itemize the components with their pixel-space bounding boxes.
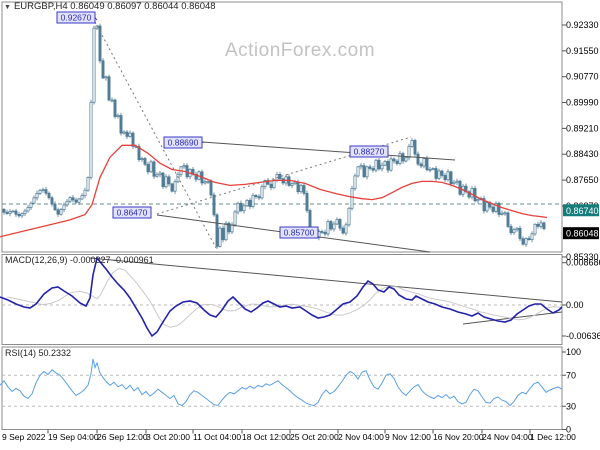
svg-text:0.008686: 0.008686	[566, 258, 600, 268]
rsi-indicator-label: RSI(14) 50.2332	[5, 348, 72, 358]
panel-frames	[1, 1, 563, 430]
svg-text:9 Sep 2022: 9 Sep 2022	[2, 432, 46, 442]
svg-text:0.88270: 0.88270	[354, 147, 385, 157]
symbol-label: EURGBP,H4	[13, 1, 68, 12]
collapse-arrow-icon[interactable]: ▼	[4, 4, 11, 11]
svg-text:0.86740: 0.86740	[566, 206, 599, 216]
symbol-ohlc-readout: ▼ EURGBP,H4 0.86049 0.86097 0.86044 0.860…	[4, 1, 216, 12]
time-axis[interactable]: 9 Sep 2022 19 Sep 04:0026 Sep 12:003 Oct …	[2, 429, 576, 443]
svg-text:0.00: 0.00	[566, 300, 584, 310]
svg-text:0.85700: 0.85700	[284, 228, 315, 238]
svg-text:24 Nov 04:00: 24 Nov 04:00	[482, 432, 533, 442]
svg-text:0.86470: 0.86470	[117, 208, 148, 218]
svg-text:0.87650: 0.87650	[566, 175, 599, 185]
rsi-line	[0, 358, 563, 407]
ohlc-open: 0.86049	[70, 1, 105, 12]
svg-text:16 Nov 20:00: 16 Nov 20:00	[433, 432, 484, 442]
svg-text:3 Oct 20:00: 3 Oct 20:00	[146, 432, 190, 442]
svg-text:19 Sep 04:00: 19 Sep 04:00	[48, 432, 99, 442]
actionforex-watermark: ActionForex.com	[224, 40, 376, 61]
macd-indicator-label: MACD(12,26,9) -0.000327 -0.000961	[5, 255, 154, 265]
svg-text:9 Nov 12:00: 9 Nov 12:00	[385, 432, 431, 442]
svg-text:2 Nov 04:00: 2 Nov 04:00	[338, 432, 384, 442]
rsi-panel[interactable]	[0, 358, 563, 407]
svg-text:30: 30	[566, 401, 576, 411]
svg-text:11 Oct 04:00: 11 Oct 04:00	[193, 432, 241, 442]
svg-text:0.89990: 0.89990	[566, 98, 599, 108]
svg-text:0.92670: 0.92670	[61, 13, 92, 23]
svg-text:100: 100	[566, 347, 581, 357]
macd-main-line	[0, 256, 563, 338]
svg-text:0.88430: 0.88430	[566, 149, 599, 159]
macd-panel[interactable]	[0, 256, 563, 338]
svg-text:0.89210: 0.89210	[566, 123, 599, 133]
chart-window: 0.92670 0.88690 0.88270 0.86470 0.85700 0.923…	[0, 0, 600, 450]
chart-canvas[interactable]: 0.92670 0.88690 0.88270 0.86470 0.85700 0.923…	[0, 0, 600, 450]
ohlc-low: 0.86044	[144, 1, 179, 12]
svg-text:-0.006366: -0.006366	[566, 331, 600, 341]
indicator-axes[interactable]: 0.0086860.00-0.00636610070300	[562, 258, 600, 435]
svg-text:70: 70	[566, 370, 576, 380]
svg-text:0.92330: 0.92330	[566, 20, 599, 30]
svg-text:0.86048: 0.86048	[566, 229, 599, 239]
ohlc-close: 0.86048	[181, 1, 216, 12]
svg-text:25 Oct 20:00: 25 Oct 20:00	[290, 432, 339, 442]
svg-text:18 Oct 12:00: 18 Oct 12:00	[242, 432, 291, 442]
moving-average-line	[0, 144, 548, 238]
svg-text:1 Dec 12:00: 1 Dec 12:00	[530, 432, 576, 442]
ohlc-high: 0.86097	[107, 1, 142, 12]
svg-text:0.88690: 0.88690	[168, 138, 199, 148]
svg-text:0.90770: 0.90770	[566, 72, 599, 82]
svg-text:26 Sep 12:00: 26 Sep 12:00	[97, 432, 148, 442]
